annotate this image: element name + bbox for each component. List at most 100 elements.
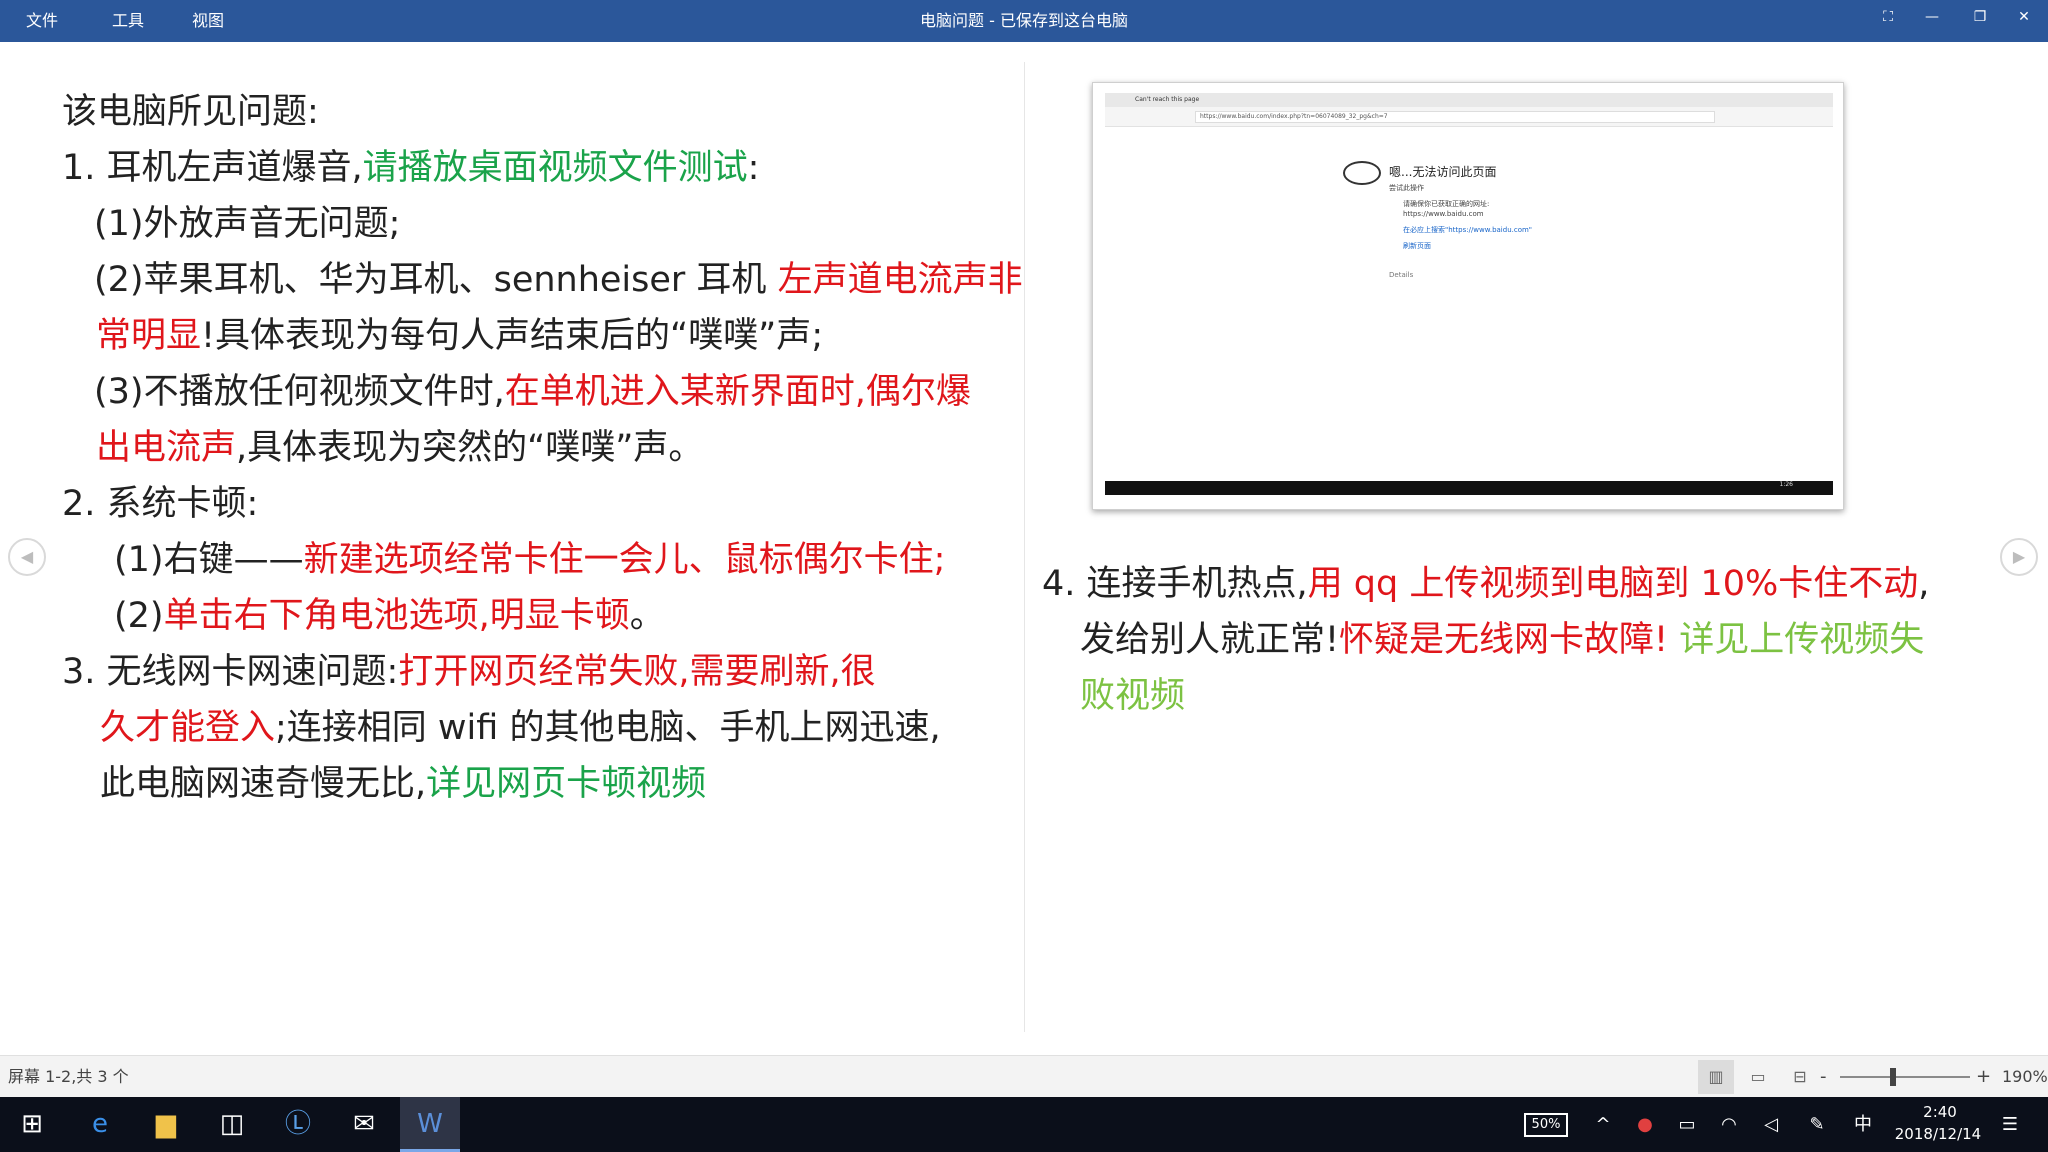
web-layout-icon[interactable]: ⊟: [1782, 1060, 1818, 1094]
pen-workspace-icon[interactable]: ✎: [1800, 1097, 1834, 1152]
item1-line: 1. 耳机左声道爆音,请播放桌面视频文件测试:: [62, 146, 759, 190]
embed-error-item3: 刷新页面: [1403, 242, 1431, 250]
item4-lgreen-b: 败视频: [1080, 676, 1186, 716]
item1-sub3-line2: 出电流声,具体表现为突然的“噗噗”声。: [96, 426, 703, 470]
item1-sub1: (1)外放声音无问题;: [94, 204, 401, 244]
embed-details: Details: [1389, 271, 1414, 279]
input-method-indicator[interactable]: 中: [1846, 1097, 1880, 1152]
word-app-icon[interactable]: W: [400, 1097, 460, 1152]
embed-tab-bar: Can't reach this page: [1105, 93, 1833, 107]
item1-sub2-line1: (2)苹果耳机、华为耳机、sennheiser 耳机 左声道电流声非: [94, 258, 1023, 302]
embed-cloud-icon: [1343, 161, 1381, 185]
embed-address-field: https://www.baidu.com/index.php?tn=06074…: [1195, 111, 1715, 123]
item4-lgreen-a: 详见上传视频失: [1679, 620, 1925, 660]
item1-sub2-red-a: 左声道电流声非: [777, 260, 1023, 300]
item2-sub2-end: 。: [629, 596, 665, 636]
volume-icon[interactable]: ◁: [1754, 1097, 1788, 1152]
read-mode-icon[interactable]: ▥: [1698, 1060, 1734, 1094]
start-windows-icon[interactable]: ⊞: [2, 1097, 62, 1152]
action-center-icon[interactable]: ☰: [1990, 1097, 2030, 1152]
show-hidden-icons-chevron-icon[interactable]: ^: [1586, 1097, 1620, 1152]
screen-counter: 屏幕 1-2,共 3 个: [8, 1067, 129, 1086]
item3-rest-a: ;连接相同 wifi 的其他电脑、手机上网迅速,: [275, 708, 941, 748]
item3-green-link: 详见网页卡顿视频: [426, 764, 707, 804]
item4-red-b: 怀疑是无线网卡故障!: [1339, 620, 1669, 660]
clock-date[interactable]: 2018/12/14: [1878, 1125, 1998, 1143]
item3-prefix: 3. 无线网卡网速问题:: [62, 652, 399, 692]
status-bar: 屏幕 1-2,共 3 个 ▥ ▭ ⊟ - + 190%: [0, 1055, 2048, 1097]
item2-sub1-prefix: (1)右键——: [114, 540, 304, 580]
security-tray-icon[interactable]: ●: [1628, 1097, 1662, 1152]
item1-sub3-red-b: 出电流声: [96, 428, 237, 468]
item1-sub3-line1: (3)不播放任何视频文件时,在单机进入某新界面时,偶尔爆: [94, 370, 971, 414]
zoom-slider-track[interactable]: [1840, 1076, 1970, 1078]
previous-screen-arrow-icon[interactable]: ◀: [8, 538, 46, 576]
battery-percent: 50%: [1531, 1117, 1561, 1132]
item3-line1: 3. 无线网卡网速问题:打开网页经常失败,需要刷新,很: [62, 650, 876, 694]
item1-sub3-rest: ,具体表现为突然的“噗噗”声。: [236, 428, 704, 468]
embed-error-title: 嗯...无法访问此页面: [1389, 165, 1497, 179]
wifi-icon[interactable]: ◠: [1712, 1097, 1746, 1152]
lenovo-app-icon[interactable]: Ⓛ: [268, 1097, 328, 1152]
menu-file[interactable]: 文件: [26, 0, 58, 42]
zoom-out-button[interactable]: -: [1820, 1056, 1827, 1098]
embedded-screenshot: Can't reach this page https://www.baidu.…: [1092, 82, 1844, 510]
item4-red-a: 用 qq 上传视频到电脑到 10%卡住不动: [1307, 564, 1919, 604]
item4-line1: 4. 连接手机热点,用 qq 上传视频到电脑到 10%卡住不动,: [1042, 562, 1929, 606]
item2-heading: 2. 系统卡顿:: [62, 484, 259, 524]
edge-browser-icon[interactable]: e: [70, 1097, 130, 1152]
window-title: 电脑问题 - 已保存到这台电脑: [920, 11, 1128, 30]
print-layout-icon[interactable]: ▭: [1740, 1060, 1776, 1094]
item1-sub2-red-b: 常明显: [96, 316, 202, 356]
zoom-in-button[interactable]: +: [1976, 1056, 1991, 1098]
next-screen-arrow-icon[interactable]: ▶: [2000, 538, 2038, 576]
battery-indicator[interactable]: 50%: [1524, 1113, 1568, 1137]
doc-heading: 该电脑所见问题:: [62, 92, 319, 132]
embed-clock: 1:26: [1779, 481, 1793, 488]
fullscreen-button[interactable]: ⛶: [1868, 0, 1908, 36]
battery-icon[interactable]: ▭: [1670, 1097, 1704, 1152]
windows-taskbar: ⊞ e ▆ ◫ Ⓛ ✉ W 50% ^ ● ▭ ◠ ◁ ✎ 中 2:40 201…: [0, 1097, 2048, 1152]
embed-error-item1-url: https://www.baidu.com: [1403, 210, 1484, 218]
item1-sub3-red-a: 在单机进入某新界面时,偶尔爆: [504, 372, 971, 412]
embed-error-item1: 请确保你已获取正确的网址:: [1403, 200, 1490, 208]
title-bar: 电脑问题 - 已保存到这台电脑 文件 工具 视图 ⛶ — ❐ ✕: [0, 0, 2048, 42]
item4-line2: 发给别人就正常!怀疑是无线网卡故障! 详见上传视频失: [1080, 618, 1924, 662]
embed-taskbar: 1:26: [1105, 481, 1833, 495]
item1-sub2-rest: !具体表现为每句人声结束后的“噗噗”声;: [201, 316, 824, 356]
embed-error-item2: 在必应上搜索"https://www.baidu.com": [1403, 226, 1533, 234]
document-area: ◀ ▶ 该电脑所见问题: 1. 耳机左声道爆音,请播放桌面视频文件测试: (1)…: [0, 42, 2048, 1055]
file-explorer-icon[interactable]: ▆: [136, 1097, 196, 1152]
minimize-button[interactable]: —: [1912, 0, 1952, 36]
item3-line2: 久才能登入;连接相同 wifi 的其他电脑、手机上网迅速,: [100, 706, 941, 750]
item4-comma: ,: [1918, 564, 1930, 604]
mail-icon[interactable]: ✉: [334, 1097, 394, 1152]
item1-green-text: 请播放桌面视频文件测试: [362, 148, 748, 188]
zoom-level[interactable]: 190%: [2002, 1056, 2048, 1098]
item1-sub3-prefix: (3)不播放任何视频文件时,: [94, 372, 505, 412]
menu-tools[interactable]: 工具: [112, 0, 144, 42]
embed-tab-label: Can't reach this page: [1135, 96, 1200, 103]
store-icon[interactable]: ◫: [202, 1097, 262, 1152]
item2-sub2-red: 单击右下角电池选项,明显卡顿: [163, 596, 630, 636]
item2-sub1-red: 新建选项经常卡住一会儿、鼠标偶尔卡住;: [303, 540, 946, 580]
item4-rest: 发给别人就正常!: [1080, 620, 1340, 660]
embed-address-bar: https://www.baidu.com/index.php?tn=06074…: [1105, 107, 1833, 127]
restore-button[interactable]: ❐: [1960, 0, 2000, 36]
item2-sub2-prefix: (2): [114, 596, 164, 636]
clock-time[interactable]: 2:40: [1900, 1103, 1980, 1121]
page-divider: [1024, 62, 1025, 1032]
menu-view[interactable]: 视图: [192, 0, 224, 42]
zoom-slider-thumb[interactable]: [1890, 1068, 1897, 1086]
item3-red-b: 久才能登入: [100, 708, 276, 748]
close-button[interactable]: ✕: [2004, 0, 2044, 36]
item3-rest-b: 此电脑网速奇慢无比,: [100, 764, 427, 804]
item2-sub2: (2)单击右下角电池选项,明显卡顿。: [114, 594, 665, 638]
item3-line3: 此电脑网速奇慢无比,详见网页卡顿视频: [100, 762, 706, 806]
embed-error-sub: 尝试此操作: [1389, 184, 1424, 192]
item4-prefix: 4. 连接手机热点,: [1042, 564, 1308, 604]
item2-sub1: (1)右键——新建选项经常卡住一会儿、鼠标偶尔卡住;: [114, 538, 945, 582]
item1-sub2-line2: 常明显!具体表现为每句人声结束后的“噗噗”声;: [96, 314, 823, 358]
item3-red-a: 打开网页经常失败,需要刷新,很: [398, 652, 876, 692]
item1-prefix: 1. 耳机左声道爆音,: [62, 148, 363, 188]
